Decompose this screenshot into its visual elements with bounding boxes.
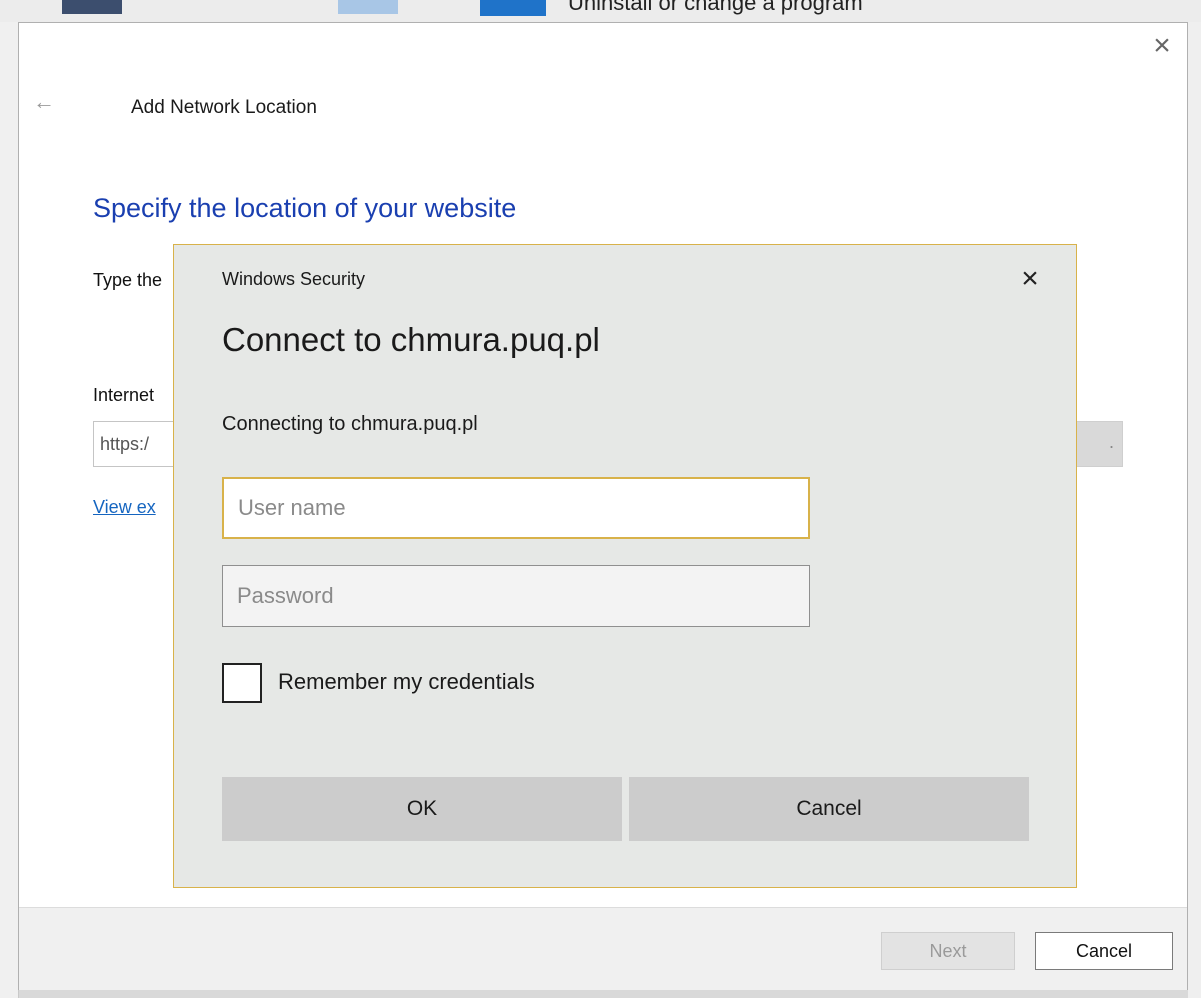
windows-security-dialog: Windows Security × Connect to chmura.puq…	[173, 244, 1077, 888]
cancel-button[interactable]: Cancel	[629, 777, 1029, 841]
username-input[interactable]	[222, 477, 810, 539]
browse-button[interactable]: .	[1069, 421, 1123, 467]
background-window-edge	[1188, 22, 1201, 998]
page-heading: Specify the location of your website	[93, 193, 517, 223]
next-button[interactable]: Next	[881, 932, 1015, 970]
address-value: https:/	[100, 434, 150, 454]
password-input[interactable]	[222, 565, 810, 627]
instruction-text: Type the	[93, 270, 163, 290]
view-examples-link[interactable]: View ex	[93, 497, 183, 518]
close-icon[interactable]: ×	[1012, 261, 1048, 297]
background-link-text: Uninstall or change a program	[568, 0, 863, 15]
dialog-heading: Connect to chmura.puq.pl	[222, 321, 600, 358]
back-arrow-icon[interactable]: ←	[33, 89, 55, 115]
remember-credentials-label[interactable]: Remember my credentials	[278, 669, 535, 695]
background-window-edge	[0, 22, 19, 998]
wizard-footer: Next Cancel	[19, 907, 1187, 990]
close-icon[interactable]: ×	[1147, 31, 1177, 61]
cancel-button[interactable]: Cancel	[1035, 932, 1173, 970]
dialog-title: Windows Security	[222, 269, 366, 289]
ok-button[interactable]: OK	[222, 777, 622, 841]
app-icon	[338, 0, 398, 14]
address-label: Internet	[93, 385, 155, 405]
background-window-strip: Uninstall or change a program	[0, 0, 1201, 22]
connecting-text: Connecting to chmura.puq.pl	[222, 413, 478, 435]
window-title: Add Network Location	[131, 97, 317, 118]
app-icon	[480, 0, 546, 16]
remember-credentials-checkbox[interactable]	[222, 663, 262, 703]
app-icon	[62, 0, 122, 14]
